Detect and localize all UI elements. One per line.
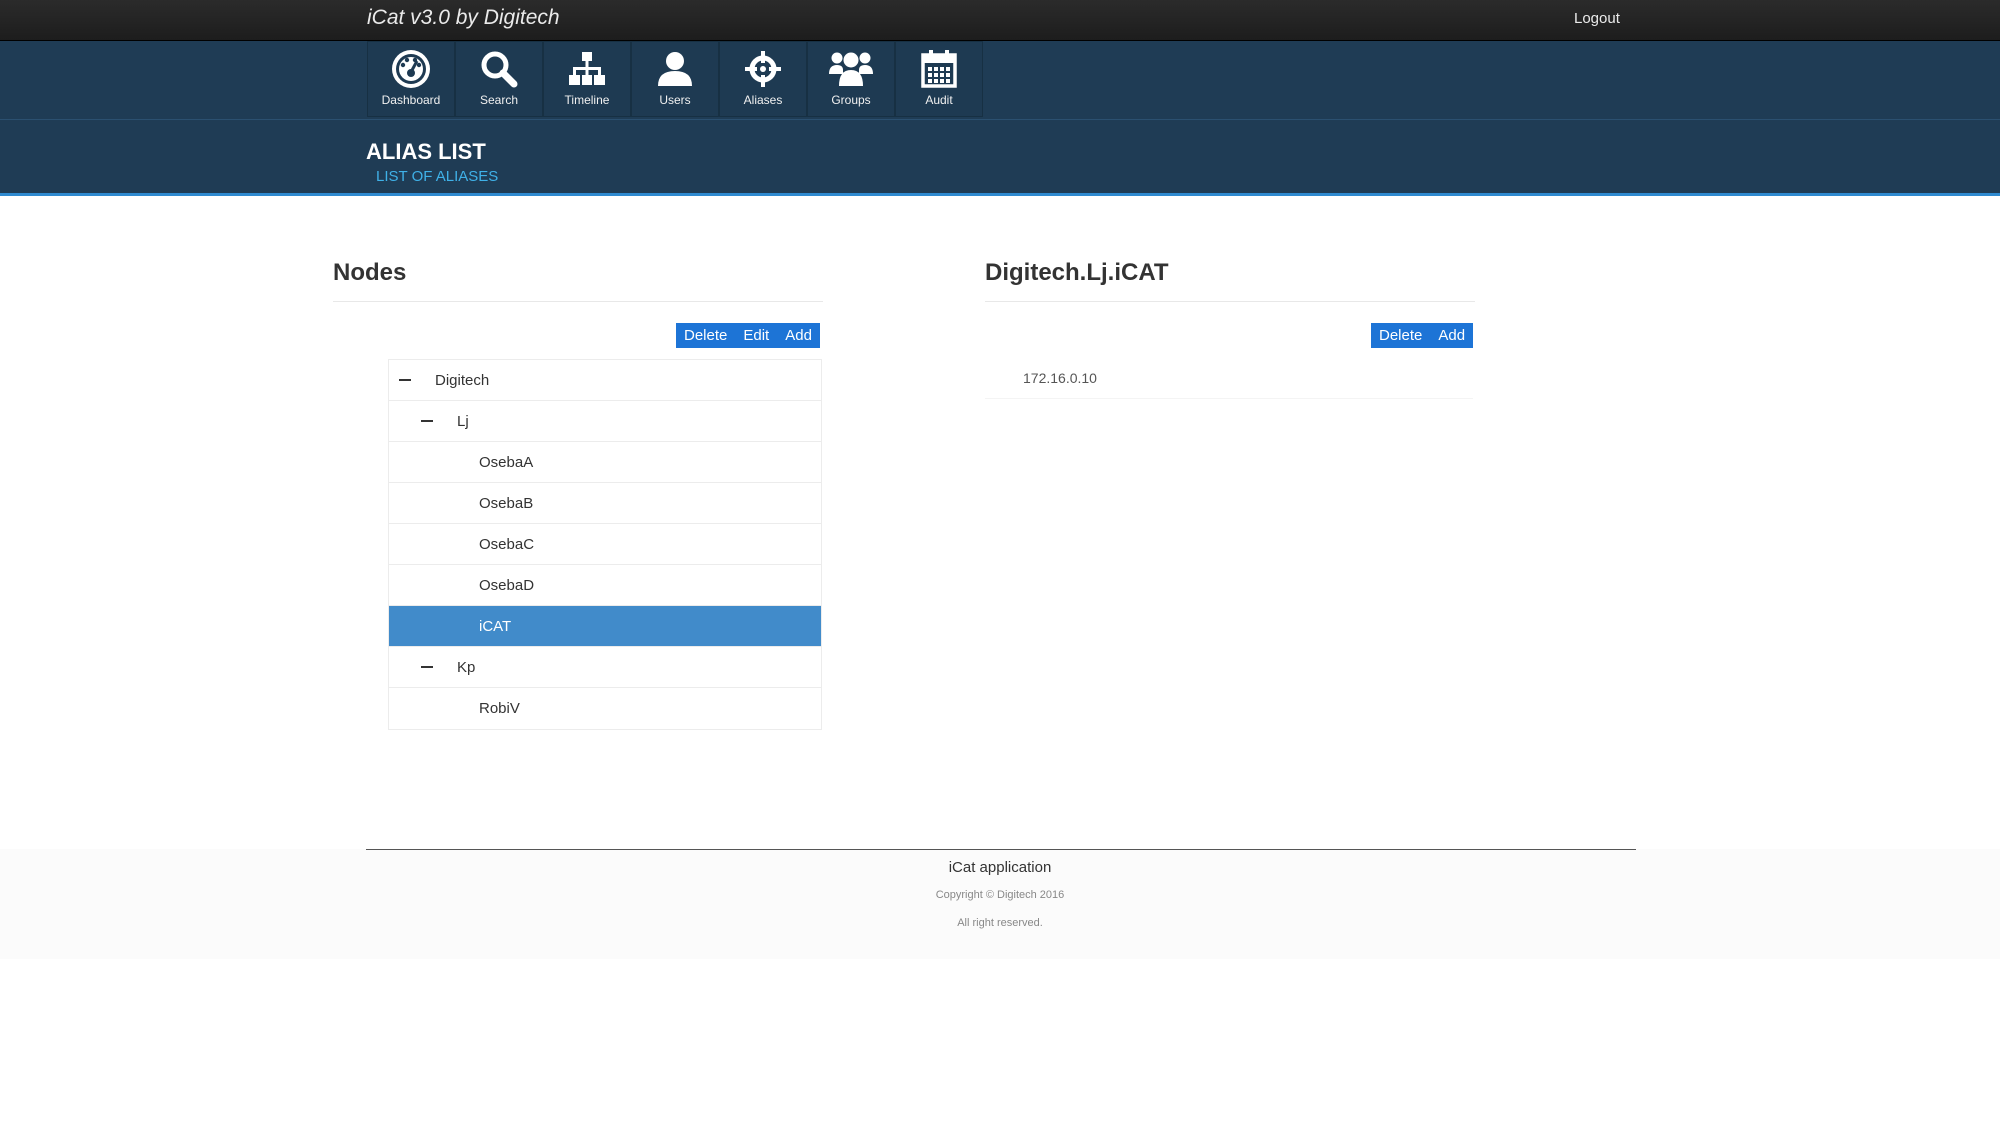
alias-list: 172.16.0.10 [985,359,1473,399]
nav-search[interactable]: Search [455,41,543,117]
aliases-divider [985,301,1475,302]
calendar-icon [916,48,962,90]
nav-label: Aliases [743,93,783,107]
tree-node-osebaa[interactable]: OsebaA [389,442,821,483]
tree-node-label: OsebaC [479,535,535,553]
collapse-icon[interactable] [399,379,411,381]
footer-copyright: Copyright © Digitech 2016 [935,889,1065,901]
footer-divider [366,849,1636,850]
footer: iCat application Copyright © Digitech 20… [0,849,2000,959]
footer-rights: All right reserved. [957,917,1043,929]
tree-node-kp[interactable]: Kp [389,647,821,688]
tree-node-label: OsebaB [479,494,534,512]
sitemap-icon [564,48,610,90]
collapse-icon[interactable] [421,420,433,422]
nodes-tree: Digitech Lj OsebaA OsebaB OsebaC OsebaD … [388,359,822,730]
nav-dashboard[interactable]: Dashboard [367,41,455,117]
footer-app-name: iCat application [948,859,1052,876]
edit-node-button[interactable]: Edit [735,323,777,348]
tree-node-label: Digitech [435,371,490,389]
nav-label: Groups [831,93,871,107]
group-icon [828,48,874,90]
nav-timeline[interactable]: Timeline [543,41,631,117]
user-icon [652,48,698,90]
search-icon [476,48,522,90]
tree-node-osebac[interactable]: OsebaC [389,524,821,565]
tree-node-osebad[interactable]: OsebaD [389,565,821,606]
page-title: ALIAS LIST [366,139,486,164]
nodes-divider [333,301,823,302]
collapse-icon[interactable] [421,666,433,668]
logout-link[interactable]: Logout [1574,10,1620,27]
aliases-button-group: Delete Add [1371,323,1474,348]
page-header: ALIAS LIST LIST OF ALIASES [0,120,2000,196]
page-subtitle: LIST OF ALIASES [376,168,499,185]
add-node-button[interactable]: Add [777,323,820,348]
tree-node-label: Lj [457,412,469,430]
tree-node-label: Kp [457,658,476,676]
add-alias-button[interactable]: Add [1430,323,1473,348]
nav-label: Dashboard [381,93,441,107]
tree-node-osebab[interactable]: OsebaB [389,483,821,524]
nav-groups[interactable]: Groups [807,41,895,117]
delete-alias-button[interactable]: Delete [1371,323,1430,348]
tree-node-lj[interactable]: Lj [389,401,821,442]
nav-users[interactable]: Users [631,41,719,117]
nav-aliases[interactable]: Aliases [719,41,807,117]
tree-node-label: iCAT [479,617,512,635]
dashboard-gauge-icon [388,48,434,90]
delete-node-button[interactable]: Delete [676,323,735,348]
nodes-button-group: Delete Edit Add [676,323,820,348]
aliases-heading: Digitech.Lj.iCAT [985,259,1169,286]
nav-label: Users [659,93,691,107]
main-nav: Dashboard Search Timeline Users Aliases [367,41,983,117]
tree-node-icat[interactable]: iCAT [389,606,821,647]
tree-node-label: OsebaA [479,453,534,471]
tree-node-robiv[interactable]: RobiV [389,688,821,729]
top-bar: iCat v3.0 by Digitech Logout [0,0,2000,41]
nav-label: Search [479,93,519,107]
tree-node-label: OsebaD [479,576,535,594]
nav-audit[interactable]: Audit [895,41,983,117]
crosshair-icon [740,48,786,90]
tree-node-digitech[interactable]: Digitech [389,360,821,401]
nav-label: Timeline [564,93,610,107]
app-brand: iCat v3.0 by Digitech [367,6,560,29]
tree-node-label: RobiV [479,700,520,717]
alias-item[interactable]: 172.16.0.10 [1023,370,1097,386]
nav-label: Audit [925,93,953,107]
nav-band: Dashboard Search Timeline Users Aliases [0,41,2000,120]
nodes-heading: Nodes [333,259,407,286]
